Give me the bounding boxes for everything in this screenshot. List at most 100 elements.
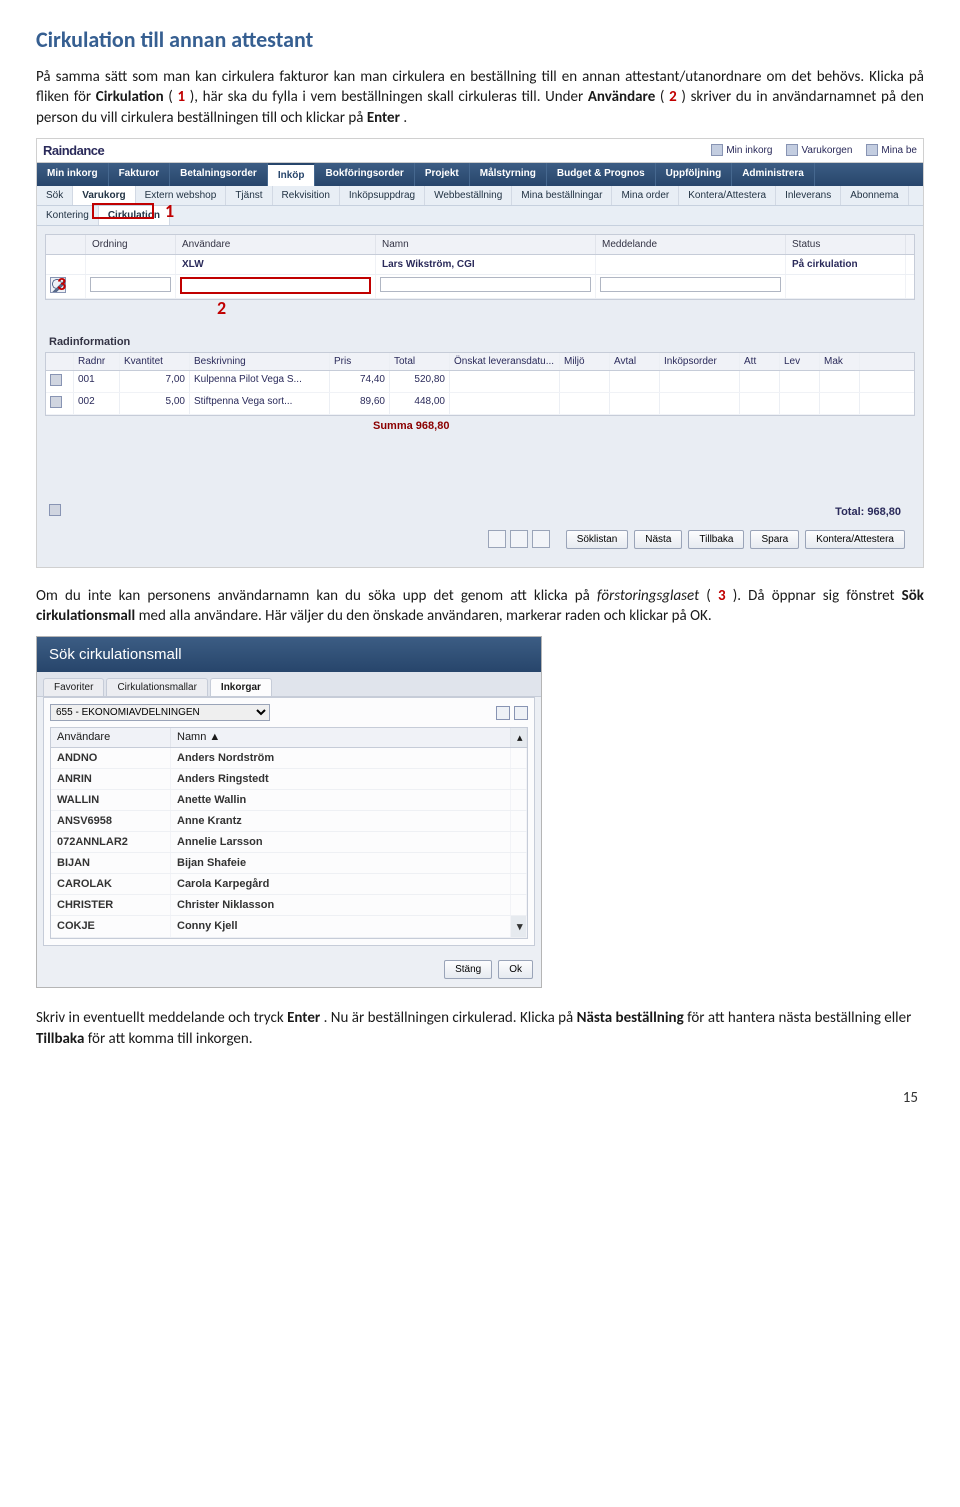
sn-webbestallning[interactable]: Webbeställning xyxy=(425,186,512,205)
action-icon[interactable] xyxy=(532,530,550,548)
section-title: Cirkulation till annan attestant xyxy=(36,26,924,53)
cell-n: Carola Karpegård xyxy=(171,874,511,894)
btn-spara[interactable]: Spara xyxy=(750,530,799,549)
dlg-ghead: Användare Namn ▲ ▴ xyxy=(51,728,527,748)
toplink-mine[interactable]: Mina be xyxy=(866,144,917,156)
dlg-select-row: 655 - EKONOMIAVDELNINGEN xyxy=(50,704,528,721)
dept-select[interactable]: 655 - EKONOMIAVDELNINGEN xyxy=(50,704,270,721)
dlg-row[interactable]: ANSV6958Anne Krantz xyxy=(51,811,527,832)
trash-icon[interactable] xyxy=(50,396,62,408)
cell-n: Christer Niklasson xyxy=(171,895,511,915)
dh-mak: Mak xyxy=(820,353,860,370)
cell-n: Annelie Larsson xyxy=(171,832,511,852)
tab-favoriter[interactable]: Favoriter xyxy=(43,678,104,696)
btn-soklistan[interactable]: Söklistan xyxy=(566,530,629,549)
dlg-row[interactable]: CAROLAKCarola Karpegård xyxy=(51,874,527,895)
action-icon[interactable] xyxy=(510,530,528,548)
nav-uppfoljning[interactable]: Uppföljning xyxy=(656,163,733,186)
rd-body: Ordning Användare Namn Meddelande Status… xyxy=(37,226,923,567)
paragraph-2: Om du inte kan personens användarnamn ka… xyxy=(36,586,924,627)
annotation-box-1 xyxy=(92,203,154,219)
sn2-kontering[interactable]: Kontering xyxy=(37,206,99,225)
label: Varukorgen xyxy=(801,145,852,156)
rd-dhead: Radnr Kvantitet Beskrivning Pris Total Ö… xyxy=(46,353,914,371)
sn-kontera[interactable]: Kontera/Attestera xyxy=(679,186,776,205)
toplink-cart[interactable]: Varukorgen xyxy=(786,144,852,156)
nav-admin[interactable]: Administrera xyxy=(732,163,815,186)
sn-minabestallningar[interactable]: Mina beställningar xyxy=(512,186,612,205)
gh-namn[interactable]: Namn ▲ xyxy=(171,728,511,747)
nav-betalningsorder[interactable]: Betalningsorder xyxy=(170,163,268,186)
action-icon[interactable] xyxy=(488,530,506,548)
scroll-down-icon[interactable]: ▾ xyxy=(511,916,527,937)
cell-a: 072ANNLAR2 xyxy=(51,832,171,852)
text: ). Då öppnar sig fönstret xyxy=(733,587,902,605)
sn-tjanst[interactable]: Tjänst xyxy=(226,186,272,205)
dr-pris: 89,60 xyxy=(330,393,390,414)
cell-namn: Lars Wikström, CGI xyxy=(376,255,596,274)
text-bold: Nästa beställning xyxy=(577,1009,684,1027)
sn-abonnema[interactable]: Abonnema xyxy=(841,186,908,205)
label: Min inkorg xyxy=(726,145,772,156)
dlg-row[interactable]: 072ANNLAR2Annelie Larsson xyxy=(51,832,527,853)
dlg-row[interactable]: BIJANBijan Shafeie xyxy=(51,853,527,874)
dr-radnr: 001 xyxy=(74,371,120,392)
dlg-actions: Stäng Ok xyxy=(37,952,541,987)
btn-ok[interactable]: Ok xyxy=(498,960,533,979)
cell-anv: XLW xyxy=(176,255,376,274)
rd-logo: Raindance xyxy=(43,143,104,158)
trash-icon[interactable] xyxy=(50,374,62,386)
sn-rekvisition[interactable]: Rekvisition xyxy=(273,186,340,205)
dr-besk: Kulpenna Pilot Vega S... xyxy=(190,371,330,392)
nav-malstyrning[interactable]: Målstyrning xyxy=(470,163,547,186)
sn-inkopsuppdrag[interactable]: Inköpsuppdrag xyxy=(340,186,425,205)
trash-icon[interactable] xyxy=(49,504,61,516)
btn-kontera[interactable]: Kontera/Attestera xyxy=(805,530,905,549)
cell-a: WALLIN xyxy=(51,790,171,810)
nav-min-inkorg[interactable]: Min inkorg xyxy=(37,163,109,186)
print-icon[interactable] xyxy=(514,706,528,720)
nav-budget[interactable]: Budget & Prognos xyxy=(547,163,656,186)
inbox-icon xyxy=(711,144,723,156)
ref-1: 1 xyxy=(177,88,185,106)
dlg-row[interactable]: ANRINAnders Ringstedt xyxy=(51,769,527,790)
input-ordning[interactable] xyxy=(90,277,171,292)
toplink-inbox[interactable]: Min inkorg xyxy=(711,144,772,156)
btn-nasta[interactable]: Nästa xyxy=(634,530,682,549)
dlg-row[interactable]: ANDNOAnders Nordström xyxy=(51,748,527,769)
cell-a: BIJAN xyxy=(51,853,171,873)
tab-cirkmallar[interactable]: Cirkulationsmallar xyxy=(106,678,207,696)
btn-tillbaka[interactable]: Tillbaka xyxy=(688,530,744,549)
screenshot-search-dialog: Sök cirkulationsmall Favoriter Cirkulati… xyxy=(36,636,542,988)
tab-inkorgar[interactable]: Inkorgar xyxy=(210,678,272,696)
sn-sok[interactable]: Sök xyxy=(37,186,73,205)
dh-total: Total xyxy=(390,353,450,370)
gh-anvandare[interactable]: Användare xyxy=(51,728,171,747)
doc-icon xyxy=(866,144,878,156)
export-excel-icon[interactable] xyxy=(496,706,510,720)
sn-inleverans[interactable]: Inleverans xyxy=(776,186,841,205)
paragraph-1: På samma sätt som man kan cirkulera fakt… xyxy=(36,67,924,128)
rd-detail-grid: Radnr Kvantitet Beskrivning Pris Total Ö… xyxy=(45,352,915,416)
screenshot-raindance: Raindance Min inkorg Varukorgen Mina be … xyxy=(36,138,924,568)
rd-drow-2: 002 5,00 Stiftpenna Vega sort... 89,60 4… xyxy=(46,393,914,415)
scroll-up-icon[interactable]: ▴ xyxy=(511,728,527,747)
col-ordning: Ordning xyxy=(86,235,176,254)
input-namn[interactable] xyxy=(380,277,591,292)
rd-actions: Söklistan Nästa Tillbaka Spara Kontera/A… xyxy=(45,524,915,559)
input-anvandare[interactable] xyxy=(180,277,371,294)
input-meddelande[interactable] xyxy=(600,277,781,292)
text: ( xyxy=(168,88,173,106)
dlg-row[interactable]: WALLINAnette Wallin xyxy=(51,790,527,811)
nav-bokforingsorder[interactable]: Bokföringsorder xyxy=(315,163,414,186)
dlg-row[interactable]: CHRISTERChrister Niklasson xyxy=(51,895,527,916)
nav-fakturor[interactable]: Fakturor xyxy=(109,163,171,186)
annotation-1: 1 xyxy=(165,200,174,222)
col-status: Status xyxy=(786,235,906,254)
nav-inkop[interactable]: Inköp xyxy=(268,163,316,186)
dlg-row[interactable]: COKJEConny Kjell▾ xyxy=(51,916,527,938)
nav-projekt[interactable]: Projekt xyxy=(415,163,470,186)
btn-stang[interactable]: Stäng xyxy=(444,960,492,979)
cell-status: På cirkulation xyxy=(786,255,906,274)
sn-minaorder[interactable]: Mina order xyxy=(612,186,679,205)
